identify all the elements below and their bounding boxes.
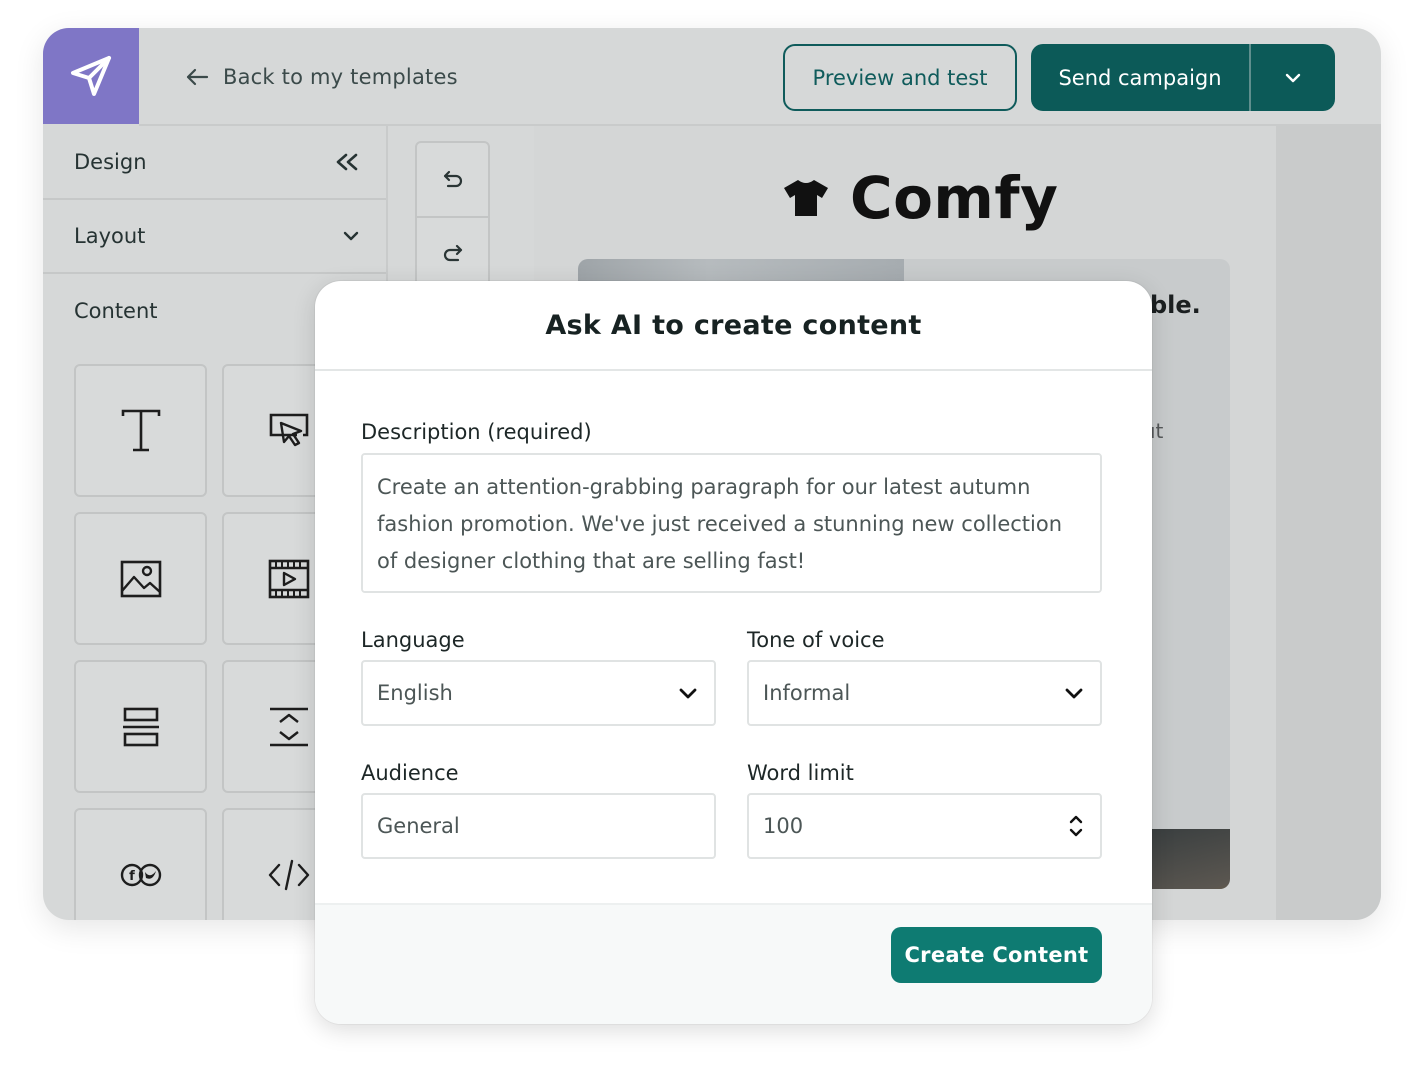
description-label: Description (required) bbox=[361, 420, 592, 444]
app-logo[interactable] bbox=[43, 28, 139, 124]
undo-icon bbox=[443, 170, 462, 187]
dialog-footer: Create Content bbox=[315, 903, 1152, 1024]
chevron-down-icon bbox=[343, 231, 359, 241]
tone-value: Informal bbox=[763, 681, 851, 705]
divider-block-tile[interactable] bbox=[74, 660, 207, 793]
ai-content-dialog: Ask AI to create content Description (re… bbox=[315, 281, 1152, 1024]
create-content-button[interactable]: Create Content bbox=[891, 927, 1102, 983]
text-block-icon bbox=[121, 409, 160, 451]
sidebar-content-label: Content bbox=[74, 299, 158, 323]
word-limit-label: Word limit bbox=[747, 761, 854, 785]
email-text-fragment: ıt bbox=[1150, 419, 1164, 443]
sidebar-item-layout[interactable]: Layout bbox=[43, 200, 386, 274]
tshirt-icon bbox=[784, 180, 828, 216]
collapse-sidebar-icon[interactable] bbox=[334, 153, 360, 171]
history-toolbar bbox=[415, 141, 490, 291]
redo-icon bbox=[443, 244, 462, 261]
email-product-photo bbox=[1150, 829, 1230, 889]
right-panel bbox=[1276, 126, 1381, 920]
social-block-icon: f bbox=[120, 863, 161, 886]
word-limit-input[interactable]: 100 bbox=[747, 793, 1102, 859]
button-block-icon bbox=[269, 413, 308, 446]
send-campaign-button-group: Send campaign bbox=[1031, 44, 1335, 111]
email-heading-fragment: ble. bbox=[1150, 291, 1201, 319]
back-link-label: Back to my templates bbox=[223, 65, 458, 89]
language-value: English bbox=[377, 681, 453, 705]
chevron-down-icon bbox=[679, 688, 697, 698]
email-brand-header: Comfy bbox=[782, 164, 1058, 232]
email-hero-image bbox=[578, 259, 904, 281]
dialog-title: Ask AI to create content bbox=[315, 281, 1152, 371]
language-label: Language bbox=[361, 628, 465, 652]
arrow-left-icon bbox=[186, 68, 209, 86]
tone-label: Tone of voice bbox=[747, 628, 885, 652]
back-to-templates-link[interactable]: Back to my templates bbox=[185, 62, 458, 92]
tone-select[interactable]: Informal bbox=[747, 660, 1102, 726]
divider-block-icon bbox=[122, 707, 159, 746]
text-block-tile[interactable] bbox=[74, 364, 207, 497]
audience-value: General bbox=[377, 814, 460, 838]
image-block-icon bbox=[120, 560, 161, 597]
paper-plane-icon bbox=[71, 56, 111, 96]
word-limit-value: 100 bbox=[763, 814, 804, 838]
video-block-icon bbox=[268, 559, 309, 598]
sidebar-layout-label: Layout bbox=[74, 224, 146, 248]
svg-text:f: f bbox=[129, 869, 135, 884]
undo-button[interactable] bbox=[417, 143, 488, 216]
image-block-tile[interactable] bbox=[74, 512, 207, 645]
chevron-down-icon bbox=[1285, 73, 1301, 82]
social-block-tile[interactable]: f bbox=[74, 808, 207, 920]
spacer-block-icon bbox=[269, 707, 308, 746]
sidebar-item-design[interactable]: Design bbox=[43, 126, 386, 200]
send-options-dropdown-button[interactable] bbox=[1251, 44, 1335, 111]
description-textarea[interactable] bbox=[361, 453, 1102, 593]
sidebar-design-label: Design bbox=[74, 150, 147, 174]
language-select[interactable]: English bbox=[361, 660, 716, 726]
code-block-icon bbox=[268, 859, 309, 890]
brand-name: Comfy bbox=[850, 164, 1059, 232]
redo-button[interactable] bbox=[417, 216, 488, 289]
audience-label: Audience bbox=[361, 761, 459, 785]
audience-input[interactable]: General bbox=[361, 793, 716, 859]
stepper-arrows-icon[interactable] bbox=[1068, 813, 1084, 839]
preview-and-test-button[interactable]: Preview and test bbox=[783, 44, 1017, 111]
chevron-down-icon bbox=[1065, 688, 1083, 698]
send-campaign-button[interactable]: Send campaign bbox=[1031, 44, 1251, 111]
